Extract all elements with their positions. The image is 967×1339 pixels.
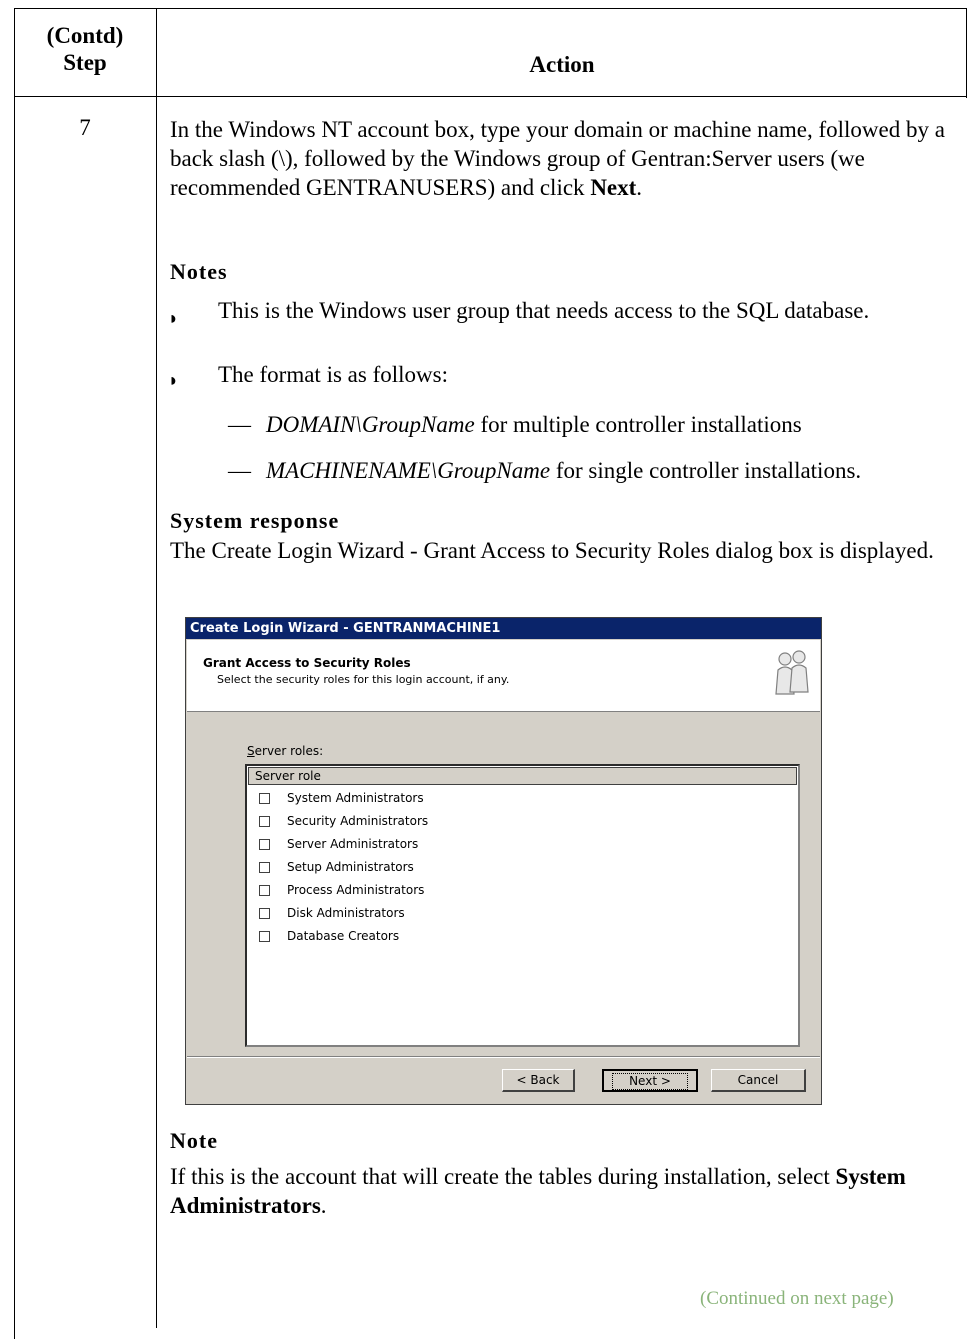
server-roles-label-rest: erver roles: (254, 744, 324, 758)
role-checkbox[interactable] (259, 793, 270, 804)
list-item[interactable]: Process Administrators (259, 880, 424, 900)
note-paragraph: If this is the account that will create … (170, 1162, 960, 1220)
note-end: . (320, 1193, 327, 1218)
sub-item-2-text: for single controller installations. (550, 458, 862, 483)
list-item[interactable]: Security Administrators (259, 811, 428, 831)
sub-item-1-italic: DOMAIN\GroupName (266, 412, 475, 437)
header-step-line1: (Contd) (46, 23, 124, 48)
sub-item-1-text: for multiple controller installations (474, 412, 802, 437)
role-checkbox[interactable] (259, 839, 270, 850)
role-label: System Administrators (287, 791, 424, 805)
role-checkbox[interactable] (259, 816, 270, 827)
back-button[interactable]: < Back (502, 1069, 575, 1092)
bullet-2-text: The format is as follows: (218, 362, 448, 387)
server-roles-label: Server roles: (247, 744, 324, 758)
list-item[interactable]: Server Administrators (259, 834, 418, 854)
dialog-subheading: Select the security roles for this login… (217, 673, 510, 686)
dialog-title-bar[interactable]: Create Login Wizard - GENTRANMACHINE1 (186, 618, 821, 639)
list-item[interactable]: System Administrators (259, 788, 424, 808)
role-label: Disk Administrators (287, 906, 405, 920)
sub-item-2-italic: MACHINENAME\GroupName (266, 458, 551, 483)
header-step-line2: Step (63, 50, 107, 75)
cancel-button[interactable]: Cancel (711, 1069, 806, 1092)
list-item[interactable]: Setup Administrators (259, 857, 414, 877)
system-response-text: The Create Login Wizard - Grant Access t… (170, 538, 934, 563)
instruction-end: . (636, 175, 643, 200)
list-item[interactable]: Disk Administrators (259, 903, 405, 923)
bullet-icon: ◗ (168, 308, 179, 328)
column-divider (156, 8, 157, 1328)
dialog-separator (187, 1056, 820, 1058)
role-label: Security Administrators (287, 814, 429, 828)
dash-icon: — (228, 458, 251, 483)
instruction-paragraph: In the Windows NT account box, type your… (170, 115, 960, 202)
server-roles-list[interactable]: Server role System Administrators Securi… (245, 764, 800, 1047)
header-step: (Contd) Step (14, 22, 156, 76)
list-item[interactable]: Database Creators (259, 926, 399, 946)
role-checkbox[interactable] (259, 862, 270, 873)
dialog-heading: Grant Access to Security Roles (203, 656, 411, 670)
users-icon (775, 650, 809, 695)
instruction-bold: Next (590, 175, 637, 200)
note-heading: Note (170, 1128, 218, 1153)
role-label: Server Administrators (287, 837, 419, 851)
role-checkbox[interactable] (259, 931, 270, 942)
next-button[interactable]: Next > (602, 1069, 698, 1092)
dash-icon: — (228, 412, 251, 437)
role-checkbox[interactable] (259, 908, 270, 919)
create-login-wizard-dialog: Create Login Wizard - GENTRANMACHINE1 Gr… (185, 617, 822, 1105)
notes-heading: Notes (170, 259, 228, 284)
system-response-heading: System response (170, 508, 340, 533)
bullet-1-text: This is the Windows user group that need… (218, 298, 870, 323)
role-label: Process Administrators (287, 883, 425, 897)
role-label: Setup Administrators (287, 860, 414, 874)
bullet-icon: ◗ (168, 370, 179, 390)
next-button-label: Next > (612, 1073, 688, 1090)
instruction-text: In the Windows NT account box, type your… (170, 117, 945, 200)
server-role-column-header[interactable]: Server role (248, 767, 797, 785)
dialog-header-band: Grant Access to Security Roles Select th… (187, 640, 820, 712)
continued-label: (Continued on next page) (700, 1288, 894, 1309)
sub-item-1: DOMAIN\GroupName for multiple controller… (266, 410, 802, 439)
header-action: Action (529, 52, 595, 77)
step-number: 7 (79, 115, 91, 140)
note-text: If this is the account that will create … (170, 1164, 836, 1189)
role-label: Database Creators (287, 929, 400, 943)
sub-item-2: MACHINENAME\GroupName for single control… (266, 456, 861, 485)
role-checkbox[interactable] (259, 885, 270, 896)
